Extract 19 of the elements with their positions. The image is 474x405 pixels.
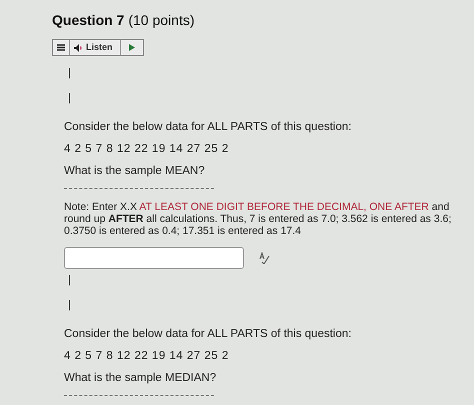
vertical-bar-mark: | — [68, 275, 72, 286]
question-points: (10 points) — [128, 11, 195, 30]
question-title: Question 7 — [52, 11, 124, 30]
note-text: Note: Enter X.X AT LEAST ONE DIGIT BEFORE THE DECIMAL, ONE AFTER and round up AFTER all calculations. Thus, 7 is entered as 7.0; 3.562 is entered as 3.6; 0.3750 is entered as 0.4; 17.351 is entered as 17.4 — [64, 201, 452, 237]
intro-text: Consider the below data for ALL PARTS of this question: — [64, 120, 352, 134]
intro-text: Consider the below data for ALL PARTS of this question: — [64, 327, 352, 341]
vertical-bar-mark: | — [68, 93, 72, 104]
play-icon — [129, 44, 135, 51]
vertical-bar-mark: | — [68, 300, 72, 311]
menu-icon — [57, 44, 65, 51]
vertical-bar-mark: | — [68, 68, 72, 79]
question-prompt: What is the sample MEDIAN? — [64, 371, 218, 385]
spellcheck-icon[interactable] — [258, 252, 270, 264]
question-prompt: What is the sample MEAN? — [64, 164, 206, 178]
data-values: 4 2 5 7 8 12 22 19 14 27 25 2 — [64, 349, 230, 363]
speaker-icon — [74, 44, 83, 52]
answer-field[interactable] — [64, 247, 244, 269]
listen-button[interactable]: Listen — [70, 40, 121, 55]
data-values: 4 2 5 7 8 12 22 19 14 27 25 2 — [64, 142, 230, 156]
